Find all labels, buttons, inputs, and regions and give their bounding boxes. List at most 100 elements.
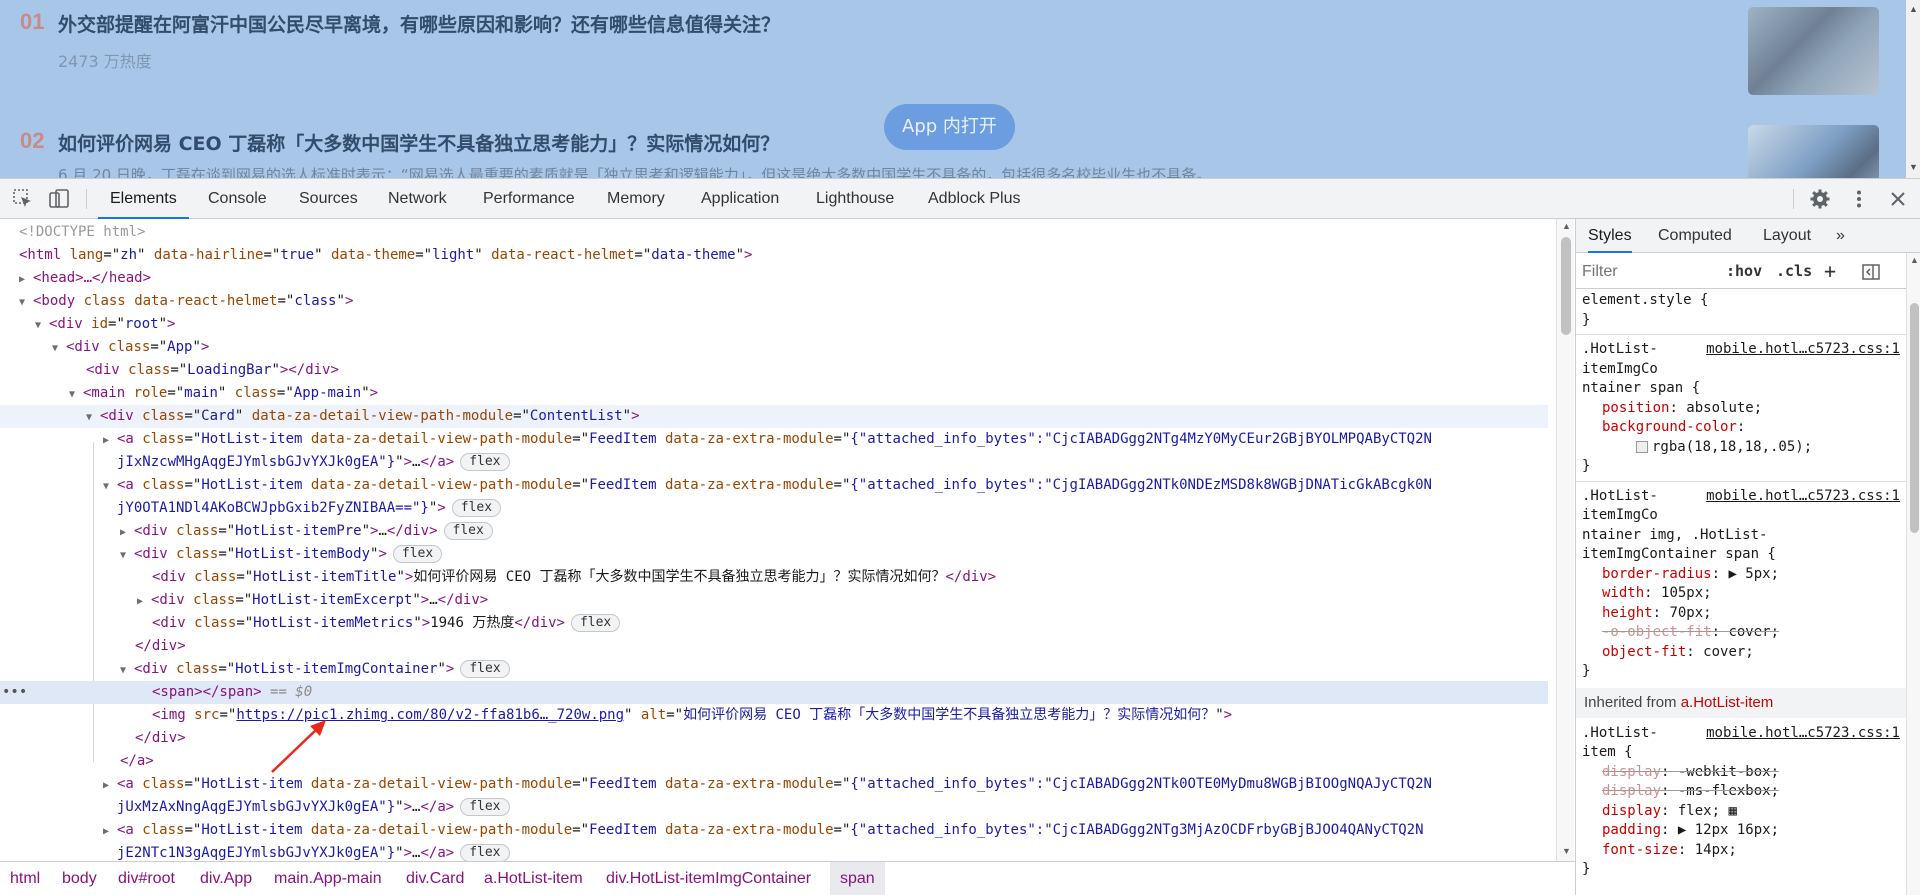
dom-node-doctype[interactable]: <!DOCTYPE html> <box>0 221 1548 244</box>
hot-item-thumbnail[interactable] <box>1748 125 1879 178</box>
collapse-triangle-icon[interactable]: ▼ <box>86 406 100 429</box>
dom-node-head[interactable]: ▶ <head>…</head> <box>0 267 1548 290</box>
breadcrumb-item[interactable]: a.HotList-item <box>484 862 583 895</box>
tab-styles[interactable]: Styles <box>1588 219 1632 253</box>
expand-triangle-icon[interactable]: ▶ <box>19 268 33 291</box>
hot-item-thumbnail[interactable] <box>1748 7 1879 95</box>
style-declaration[interactable]: display: flex; ▦ <box>1582 802 1902 822</box>
style-declaration[interactable]: -o-object-fit: cover; <box>1582 623 1902 643</box>
scroll-down-arrow-icon[interactable]: ▼ <box>1562 846 1571 856</box>
collapse-triangle-icon[interactable]: ▼ <box>69 383 83 406</box>
tab-adblock-plus[interactable]: Adblock Plus <box>928 179 1021 219</box>
dom-node-main[interactable]: ▼ <main role="main" class="App-main"> <box>0 382 1548 405</box>
rule-close[interactable]: } <box>1582 860 1902 880</box>
flex-badge[interactable]: flex <box>460 660 510 678</box>
rule-selector[interactable]: ntainer span { <box>1582 379 1902 399</box>
style-declaration[interactable]: object-fit: cover; <box>1582 643 1902 663</box>
dom-node-img[interactable]: <img src="https://pic1.zhimg.com/80/v2-f… <box>0 704 1548 727</box>
page-scrollbar[interactable] <box>1906 0 1920 178</box>
style-rules[interactable]: element.style {} .HotList-mobile.hotl…c57… <box>1576 289 1906 895</box>
dom-node-body[interactable]: ▼ <body class data-react-helmet="class"> <box>0 290 1548 313</box>
dom-node-item-body[interactable]: ▼ <div class="HotList-itemBody"> flex <box>0 543 1548 566</box>
rule-close[interactable]: } <box>1582 457 1902 477</box>
dom-node-close-a[interactable]: </a> <box>0 750 1548 773</box>
rule-selector[interactable]: ntainer img, .HotList- <box>1582 526 1902 546</box>
rule-source-link[interactable]: mobile.hotl…c5723.css:1 <box>1706 487 1900 507</box>
elements-scrollbar[interactable]: ▲ ▼ <box>1556 219 1574 861</box>
tab-layout[interactable]: Layout <box>1763 219 1811 253</box>
tab-console[interactable]: Console <box>208 179 267 219</box>
scroll-up-arrow-icon[interactable]: ▲ <box>1910 255 1919 265</box>
flex-badge[interactable]: flex <box>460 798 510 816</box>
breadcrumb-item[interactable]: div.HotList-itemImgContainer <box>606 862 811 895</box>
expand-triangle-icon[interactable]: ▶ <box>103 429 117 452</box>
hot-list-item[interactable]: 01 外交部提醒在阿富汗中国公民尽早离境，有哪些原因和影响？还有哪些信息值得关注… <box>0 0 1906 118</box>
hover-state-toggle[interactable]: :hov <box>1726 253 1762 289</box>
flex-badge[interactable]: flex <box>451 499 502 517</box>
rule-close[interactable]: } <box>1582 311 1902 331</box>
breadcrumb-item-active[interactable]: span <box>830 862 885 895</box>
dom-node-app[interactable]: ▼ <div class="App"> <box>0 336 1548 359</box>
scrollbar-thumb[interactable] <box>1561 237 1571 335</box>
tab-network[interactable]: Network <box>388 179 447 219</box>
rule-source-link[interactable]: mobile.hotl…c5723.css:1 <box>1706 724 1900 744</box>
dom-node-hotlist-item-cont[interactable]: jE2NTc1N3gAqgEJYmlsbGJvYXJk0gEA"}">…</a>… <box>0 842 1548 861</box>
tab-elements[interactable]: Elements <box>98 179 189 219</box>
dom-node-hotlist-item-cont[interactable]: jY0OTA1NDl4AKoBCWJpbGxib2FyZNIBAA=="}"> f… <box>0 497 1548 520</box>
rule-selector[interactable]: .HotList-mobile.hotl…c5723.css:1 <box>1582 340 1902 360</box>
hot-title[interactable]: 如何评价网易 CEO 丁磊称「大多数中国学生不具备独立思考能力」？实际情况如何？ <box>58 129 779 156</box>
tab-sources[interactable]: Sources <box>299 179 358 219</box>
toggle-sidebar-icon[interactable] <box>1862 253 1880 289</box>
more-tabs-icon[interactable]: » <box>1836 219 1845 253</box>
styles-filter-input[interactable] <box>1582 259 1715 284</box>
rule-selector[interactable]: itemImgContainer span { <box>1582 545 1902 565</box>
app-open-button[interactable]: App 内打开 <box>884 104 1015 150</box>
dom-node-close-div[interactable]: </div> <box>0 635 1548 658</box>
new-rule-plus-icon[interactable]: + <box>1824 253 1836 289</box>
dom-node-hotlist-item[interactable]: ▼ <a class="HotList-item data-za-detail-v… <box>0 474 1548 497</box>
expand-triangle-icon[interactable]: ▶ <box>120 521 134 544</box>
style-declaration[interactable]: display: -webkit-box; <box>1582 763 1902 783</box>
styles-scrollbar[interactable]: ▲ <box>1906 253 1920 895</box>
style-declaration[interactable]: height: 70px; <box>1582 604 1902 624</box>
style-declaration[interactable]: border-radius: ▶ 5px; <box>1582 565 1902 585</box>
dom-node-item-excerpt[interactable]: ▶ <div class="HotList-itemExcerpt">…</div… <box>0 589 1548 612</box>
style-declaration[interactable]: display: -ms-flexbox; <box>1582 782 1902 802</box>
scroll-down-arrow-icon[interactable]: ▼ <box>1909 162 1918 172</box>
style-declaration[interactable]: font-size: 14px; <box>1582 841 1902 861</box>
dom-node-html[interactable]: <html lang="zh" data-hairline="true" dat… <box>0 244 1548 267</box>
dom-node-loadingbar[interactable]: <div class="LoadingBar"></div> <box>0 359 1548 382</box>
elements-dom-tree[interactable]: <!DOCTYPE html> <html lang="zh" data-hai… <box>0 219 1575 861</box>
device-toolbar-icon[interactable] <box>48 188 70 210</box>
dom-node-item-title[interactable]: <div class="HotList-itemTitle">如何评价网易 CE… <box>0 566 1548 589</box>
dom-node-hotlist-item[interactable]: ▶ <a class="HotList-item data-za-detail-v… <box>0 773 1548 796</box>
rule-selector[interactable]: item { <box>1582 743 1902 763</box>
breadcrumb-item[interactable]: div#root <box>118 862 175 895</box>
flex-badge[interactable]: flex <box>460 453 510 471</box>
close-icon[interactable] <box>1887 188 1909 210</box>
element-style-selector[interactable]: element.style { <box>1582 291 1902 311</box>
breadcrumb-item[interactable]: html <box>10 862 40 895</box>
rule-selector[interactable]: itemImgCo <box>1582 360 1902 380</box>
rule-source-link[interactable]: mobile.hotl…c5723.css:1 <box>1706 340 1900 360</box>
flex-badge[interactable]: flex <box>460 844 510 861</box>
gear-icon[interactable] <box>1809 188 1831 210</box>
expand-triangle-icon[interactable]: ▶ <box>103 774 117 797</box>
flex-badge[interactable]: flex <box>443 522 493 540</box>
tab-application[interactable]: Application <box>701 179 779 219</box>
dom-node-hotlist-item[interactable]: ▶ <a class="HotList-item data-za-detail-v… <box>0 819 1548 842</box>
scroll-up-arrow-icon[interactable]: ▲ <box>1909 4 1918 14</box>
rule-selector[interactable]: .HotList-mobile.hotl…c5723.css:1 <box>1582 724 1902 744</box>
collapse-triangle-icon[interactable]: ▼ <box>120 659 134 682</box>
tab-performance[interactable]: Performance <box>483 179 575 219</box>
dom-node-hotlist-item[interactable]: ▶ <a class="HotList-item data-za-detail-v… <box>0 428 1548 451</box>
dom-node-item-metrics[interactable]: <div class="HotList-itemMetrics">1946 万热… <box>0 612 1548 635</box>
dom-node-hotlist-item-cont[interactable]: jIxNzcwMHgAqgEJYmlsbGJvYXJk0gEA"}">…</a>… <box>0 451 1548 474</box>
collapse-triangle-icon[interactable]: ▼ <box>103 475 117 498</box>
dom-node-root[interactable]: ▼ <div id="root"> <box>0 313 1548 336</box>
tab-lighthouse[interactable]: Lighthouse <box>816 179 894 219</box>
collapse-triangle-icon[interactable]: ▼ <box>19 291 33 314</box>
breadcrumb-item[interactable]: main.App-main <box>274 862 382 895</box>
expand-triangle-icon[interactable]: ▶ <box>103 820 117 843</box>
rule-selector[interactable]: .HotList-mobile.hotl…c5723.css:1 <box>1582 487 1902 507</box>
